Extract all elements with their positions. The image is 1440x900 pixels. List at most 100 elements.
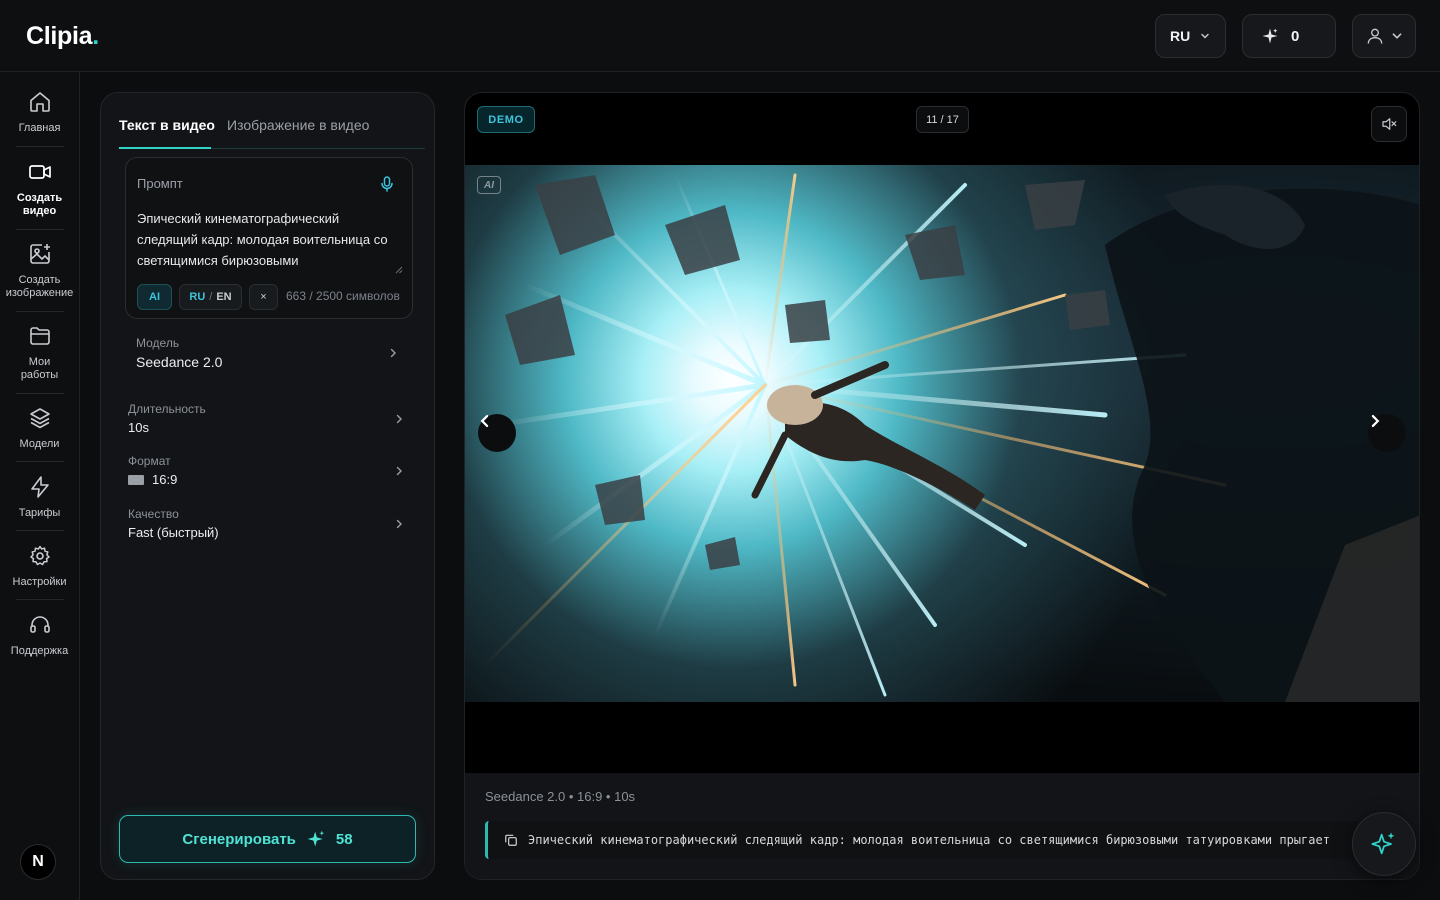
ai-watermark: AI [477, 176, 501, 194]
copy-icon[interactable] [504, 833, 518, 847]
sparkle-icon [307, 830, 325, 847]
sidebar-item-label: Поддержка [10, 645, 69, 657]
active-tab-indicator [119, 147, 211, 149]
quality-label: Качество [128, 507, 179, 521]
divider [16, 530, 64, 531]
clear-prompt-button[interactable]: × [249, 284, 278, 310]
next-slide-button[interactable] [1368, 414, 1406, 452]
divider [16, 461, 64, 462]
full-prompt-text: Эпический кинематографический следящий к… [528, 833, 1330, 847]
speaker-muted-icon [1382, 118, 1397, 130]
sidebar-item-create-video[interactable]: Создать видео [0, 160, 79, 218]
layers-icon [29, 408, 50, 429]
lang-separator: / [209, 291, 213, 303]
sidebar-item-label: Создать видео [16, 192, 63, 217]
chevron-down-icon [1392, 33, 1402, 39]
divider [16, 229, 64, 230]
language-selector[interactable]: RU [1155, 14, 1226, 58]
format-value-row: 16:9 [128, 472, 404, 487]
model-value: Seedance 2.0 [136, 354, 223, 370]
chevron-right-icon [1371, 414, 1380, 428]
top-bar: Clipia. RU 0 [0, 0, 1440, 72]
image-plus-icon [29, 244, 50, 264]
user-menu[interactable] [1352, 14, 1416, 58]
tab-bar: Текст в видео Изображение в видео [119, 115, 425, 149]
sidebar-item-pricing[interactable]: Тарифы [0, 475, 79, 520]
credits-count: 0 [1291, 27, 1300, 45]
video-scene-image [483, 173, 1419, 702]
sidebar-item-my-works[interactable]: Мои работы [0, 324, 79, 382]
divider [16, 393, 64, 394]
video-preview: DEMO 11 / 17 AI Seedance 2.0 • 16:9 • 10… [464, 92, 1420, 880]
divider [16, 146, 64, 147]
sidebar-item-settings[interactable]: Настройки [0, 544, 79, 589]
divider [16, 311, 64, 312]
model-label: Модель [136, 336, 180, 350]
lang-en-label: EN [216, 291, 232, 303]
demo-badge: DEMO [477, 106, 535, 133]
duration-value: 10s [128, 420, 149, 435]
duration-label: Длительность [128, 402, 206, 416]
generate-cost: 58 [335, 830, 353, 848]
sidebar-item-label: Настройки [12, 576, 67, 588]
sidebar-item-support[interactable]: Поддержка [0, 613, 79, 658]
sidebar-item-label: Мои работы [20, 356, 59, 381]
mute-button[interactable] [1371, 106, 1407, 142]
ai-enhance-button[interactable]: AI [137, 284, 172, 310]
video-frame[interactable]: AI [465, 165, 1419, 702]
sidebar-item-home[interactable]: Главная [0, 90, 79, 135]
sidebar-item-label: Модели [19, 438, 60, 450]
char-counter: 663 / 2500 символов [286, 289, 400, 303]
language-label: RU [1170, 28, 1191, 44]
lang-ru-label: RU [189, 291, 206, 303]
quality-value: Fast (быстрый) [128, 525, 219, 540]
slide-counter: 11 / 17 [916, 106, 969, 133]
chevron-right-icon [390, 348, 396, 358]
format-selector[interactable]: Формат 16:9 [128, 454, 404, 487]
prompt-field[interactable]: Промпт Эпический кинематографический сле… [125, 157, 413, 319]
folder-icon [29, 327, 50, 345]
chevron-right-icon [396, 414, 402, 424]
sidebar-item-label: Тарифы [18, 507, 61, 519]
tab-image-to-video[interactable]: Изображение в видео [227, 117, 369, 133]
generate-button[interactable]: Сгенерировать 58 [119, 815, 416, 863]
model-selector[interactable]: Модель Seedance 2.0 [136, 336, 398, 370]
prompt-text[interactable]: Эпический кинематографический следящий к… [137, 208, 402, 271]
prompt-label: Промпт [137, 176, 183, 191]
sparkle-icon [1262, 28, 1278, 44]
ai-assistant-button[interactable] [1352, 812, 1416, 876]
sidebar-item-create-image[interactable]: Создать изображение [0, 242, 79, 300]
tab-text-to-video[interactable]: Текст в видео [119, 117, 215, 133]
video-camera-icon [28, 165, 51, 179]
logo[interactable]: Clipia. [26, 22, 99, 51]
aspect-ratio-icon [128, 474, 144, 485]
video-meta: Seedance 2.0 • 16:9 • 10s [485, 789, 636, 804]
prev-slide-button[interactable] [478, 414, 516, 452]
sidebar: Главная Создать видео Создать изображени… [0, 72, 80, 900]
translate-button[interactable]: RU / EN [179, 284, 242, 310]
generation-panel: Текст в видео Изображение в видео Промпт… [100, 92, 435, 880]
gear-icon [29, 545, 50, 566]
generate-label: Сгенерировать [182, 830, 296, 848]
resize-handle-icon[interactable] [395, 266, 403, 274]
duration-selector[interactable]: Длительность 10s [128, 402, 404, 435]
format-value: 16:9 [152, 472, 178, 487]
avatar[interactable]: N [20, 844, 56, 880]
chevron-left-icon [480, 414, 489, 428]
chevron-right-icon [396, 519, 402, 529]
user-icon [1367, 28, 1383, 44]
headset-icon [29, 616, 50, 633]
sidebar-item-models[interactable]: Модели [0, 406, 79, 451]
chevron-right-icon [396, 466, 402, 476]
home-icon [29, 92, 50, 112]
prompt-copy-row[interactable]: Эпический кинематографический следящий к… [485, 821, 1405, 859]
sparkles-icon [1371, 832, 1395, 855]
chevron-down-icon [1201, 33, 1209, 39]
sidebar-item-label: Главная [18, 122, 61, 134]
format-label: Формат [128, 454, 171, 468]
lightning-icon [30, 476, 49, 498]
credits-button[interactable]: 0 [1242, 14, 1336, 58]
microphone-icon[interactable] [380, 176, 394, 192]
quality-selector[interactable]: Качество Fast (быстрый) [128, 507, 404, 540]
divider [16, 599, 64, 600]
